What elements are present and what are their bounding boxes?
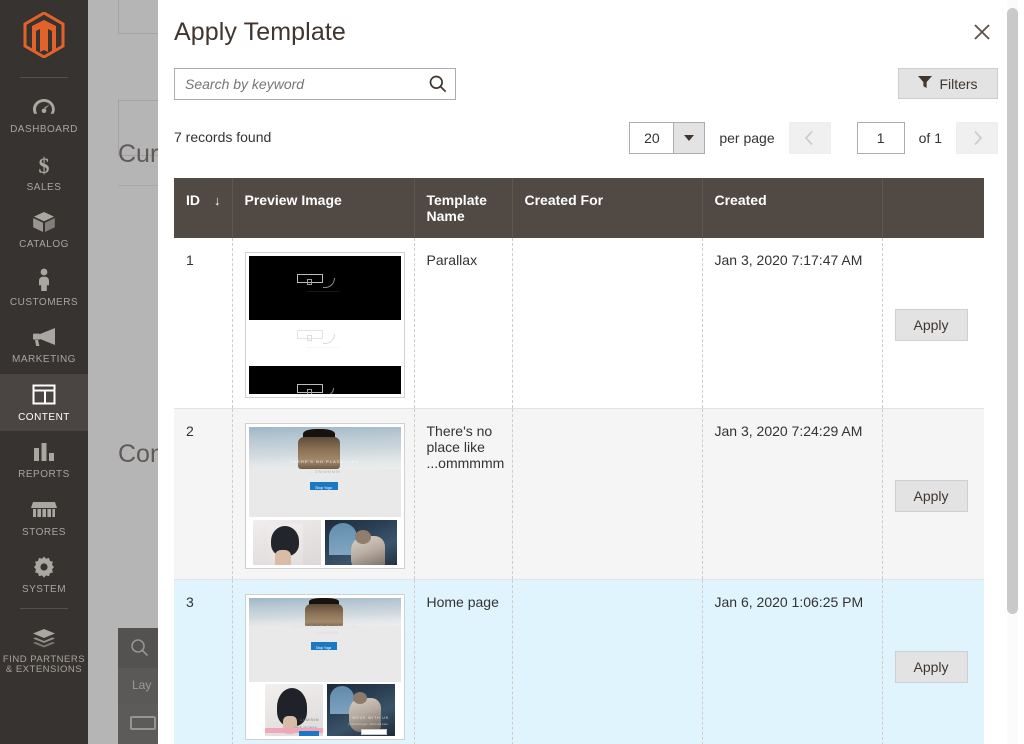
cell-preview-image: THERE'S NO PLACE LIKE ...OMMMMM Shop Yog… (232, 408, 415, 580)
storefront-icon (31, 498, 57, 522)
cell-id: 1 (174, 238, 233, 409)
cell-action: Apply (882, 579, 984, 744)
cell-preview-image: ———————————— ———————————— (232, 238, 415, 409)
sidebar-item-label: CUSTOMERS (9, 296, 79, 308)
page-of-label: of 1 (918, 130, 942, 146)
thumb-cta-button: Shop Yoga (310, 642, 337, 650)
sidebar-item-label: MARKETING (12, 354, 76, 365)
sidebar-item-find-partners-extensions[interactable]: FIND PARTNERS & EXTENSIONS (0, 617, 88, 685)
sidebar-item-marketing[interactable]: MARKETING (0, 316, 88, 374)
table-row[interactable]: 3 THERE'S NO PLACE LIKE ...OMMMMM Shop Y… (174, 579, 984, 744)
sidebar-item-label: SYSTEM (21, 584, 67, 595)
cell-id: 2 (174, 408, 233, 580)
box-icon (31, 210, 57, 234)
table-header-row: ID ↓ Preview Image Template Name Created… (174, 178, 984, 238)
dollar-icon: $ (31, 153, 57, 177)
search-input[interactable] (175, 76, 421, 92)
bar-chart-icon (31, 440, 57, 464)
filter-icon (918, 75, 933, 92)
dashboard-icon (31, 95, 57, 119)
cell-created: Jan 3, 2020 7:17:47 AM (702, 238, 883, 409)
sidebar-divider-top (20, 77, 68, 78)
column-header-created-for[interactable]: Created For (512, 178, 703, 238)
sidebar-item-customers[interactable]: CUSTOMERS (0, 259, 88, 317)
cell-id: 3 (174, 579, 233, 744)
column-header-template-name[interactable]: Template Name (414, 178, 513, 238)
person-icon (31, 268, 57, 292)
per-page-select[interactable]: 20 (629, 122, 706, 154)
gear-icon (31, 555, 57, 579)
search-icon[interactable] (421, 74, 455, 94)
sidebar-item-reports[interactable]: REPORTS (0, 431, 88, 489)
cell-action: Apply (882, 408, 984, 580)
search-input-wrapper[interactable] (174, 68, 456, 100)
apply-template-modal: Apply Template Search by keyword Filters… (158, 0, 1024, 744)
filters-button[interactable]: Filters (898, 68, 998, 99)
column-header-id-label: ID (186, 192, 200, 208)
column-header-action (882, 178, 984, 238)
sidebar-item-stores[interactable]: STORES (0, 489, 88, 547)
apply-button[interactable]: Apply (894, 651, 968, 683)
templates-table: ID ↓ Preview Image Template Name Created… (174, 178, 984, 744)
chevron-down-icon[interactable] (673, 122, 706, 154)
column-header-created[interactable]: Created (702, 178, 883, 238)
sidebar-item-content[interactable]: CONTENT (0, 373, 88, 431)
apply-button[interactable]: Apply (894, 480, 968, 512)
column-header-preview-image[interactable]: Preview Image (232, 178, 415, 238)
sidebar-item-label: STORES (22, 526, 66, 538)
per-page-label: per page (719, 130, 775, 146)
page-number-input[interactable]: 1 (856, 122, 905, 154)
apply-button[interactable]: Apply (894, 309, 968, 341)
svg-text:$: $ (39, 153, 50, 177)
preview-thumbnail-homepage-a[interactable]: THERE'S NO PLACE LIKE ...OMMMMM Shop Yog… (244, 423, 405, 569)
cell-created-for (512, 579, 703, 744)
cell-template-name: Parallax (414, 238, 513, 409)
table-row[interactable]: 1 ———————————— ———————————— Parallax Jan… (174, 238, 984, 409)
extensions-icon (31, 626, 57, 650)
cell-template-name: There's no place like ...ommmmm (414, 408, 513, 580)
records-found-text: 7 records found (174, 129, 272, 145)
sidebar-item-label: DASHBOARD (10, 124, 78, 135)
preview-thumbnail-parallax[interactable]: ———————————— ———————————— (244, 252, 405, 398)
thumb-cta-button: Shop Yoga (309, 482, 338, 490)
cell-created: Jan 3, 2020 7:24:29 AM (702, 408, 883, 580)
filters-label: Filters (939, 75, 978, 92)
table-header: ID ↓ Preview Image Template Name Created… (174, 178, 984, 238)
admin-sidebar: DASHBOARD $ SALES CATALOG CUSTOMERS MARK… (0, 0, 88, 744)
cell-created: Jan 6, 2020 1:06:25 PM (702, 579, 883, 744)
magento-logo[interactable] (23, 0, 65, 73)
per-page-value[interactable]: 20 (629, 122, 674, 154)
sidebar-item-label: CONTENT (18, 411, 70, 423)
modal-title: Apply Template (174, 18, 346, 46)
previous-page-button[interactable] (788, 122, 831, 154)
sidebar-item-dashboard[interactable]: DASHBOARD (0, 86, 88, 144)
table-row[interactable]: 2 THERE'S NO PLACE LIKE ...OMMMMM Shop Y… (174, 408, 984, 580)
sidebar-item-catalog[interactable]: CATALOG (0, 201, 88, 259)
preview-thumbnail-homepage-b[interactable]: THERE'S NO PLACE LIKE ...OMMMMM Shop Yog… (244, 594, 405, 740)
sidebar-item-label: FIND PARTNERS & EXTENSIONS (2, 653, 86, 676)
modal-scrollbar[interactable] (1007, 0, 1018, 744)
cell-template-name: Home page (414, 579, 513, 744)
sidebar-item-system[interactable]: SYSTEM (0, 546, 88, 604)
screen-root: Cur Con Lay (0, 0, 1024, 744)
close-icon[interactable] (965, 15, 999, 49)
cell-preview-image: THERE'S NO PLACE LIKE ...OMMMMM Shop Yog… (232, 579, 415, 744)
table-body: 1 ———————————— ———————————— Parallax Jan… (174, 238, 984, 744)
sidebar-item-sales[interactable]: $ SALES (0, 144, 88, 202)
megaphone-icon (31, 325, 57, 349)
layout-icon (31, 383, 57, 407)
column-header-id[interactable]: ID ↓ (174, 178, 233, 238)
sidebar-item-label: SALES (26, 181, 62, 193)
cell-action: Apply (882, 238, 984, 409)
sort-desc-arrow[interactable]: ↓ (214, 193, 221, 208)
cell-created-for (512, 408, 703, 580)
pagination-toolbar: 20 per page 1 of 1 (629, 122, 998, 154)
sidebar-item-label: CATALOG (19, 239, 69, 250)
cell-created-for (512, 238, 703, 409)
scrollbar-thumb[interactable] (1007, 8, 1018, 614)
next-page-button[interactable] (956, 122, 998, 154)
sidebar-divider-bottom (20, 607, 68, 609)
sidebar-item-label: REPORTS (18, 469, 70, 480)
